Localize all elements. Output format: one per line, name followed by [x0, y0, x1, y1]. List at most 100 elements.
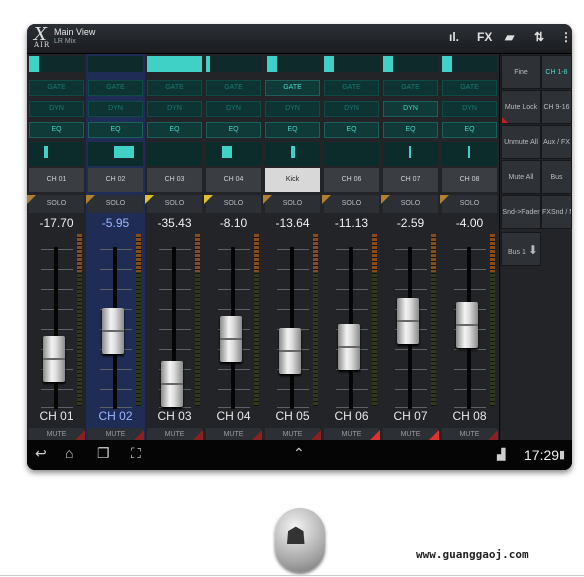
solo-button[interactable]: SOLO — [206, 195, 261, 213]
unmute-all-button[interactable]: Unmute All — [501, 125, 541, 159]
config-indicator[interactable] — [324, 56, 379, 72]
eq-button[interactable]: EQ — [206, 122, 261, 138]
fader-knob[interactable] — [397, 298, 419, 344]
meters-icon[interactable]: ıl. — [449, 30, 459, 44]
eq-button[interactable]: EQ — [442, 122, 497, 138]
gate-button[interactable]: GATE — [88, 80, 143, 96]
channel-name[interactable]: CH 08 — [442, 168, 497, 192]
channel-name[interactable]: CH 07 — [383, 168, 438, 192]
recent-apps-icon[interactable]: ❐ — [97, 445, 110, 462]
fader-value: -17.70 — [39, 216, 74, 230]
pan-control[interactable] — [265, 142, 320, 166]
dyn-button[interactable]: DYN — [88, 101, 143, 117]
config-indicator[interactable] — [383, 56, 438, 72]
mute-all-button[interactable]: Mute All — [501, 160, 541, 194]
dyn-button[interactable]: DYN — [265, 101, 320, 117]
solo-button[interactable]: SOLO — [383, 195, 438, 213]
config-indicator[interactable] — [206, 56, 261, 72]
screenshot-icon[interactable]: ⛶ — [131, 445, 141, 462]
fine-button[interactable]: Fine — [501, 55, 541, 89]
solo-button[interactable]: SOLO — [265, 195, 320, 213]
fader-knob[interactable] — [220, 316, 242, 362]
aux-fx-button[interactable]: Aux / FX — [541, 125, 572, 159]
fader-knob[interactable] — [43, 336, 65, 382]
pan-control[interactable] — [324, 142, 379, 166]
ch-9-16-button[interactable]: CH 9-16 — [541, 90, 572, 124]
solo-button[interactable]: SOLO — [147, 195, 202, 213]
fader-knob[interactable] — [102, 308, 124, 354]
config-indicator[interactable] — [442, 56, 497, 72]
eq-button[interactable]: EQ — [88, 122, 143, 138]
config-indicator[interactable] — [147, 56, 202, 72]
snd-fader-button[interactable]: Snd->Fader — [501, 195, 541, 229]
channel-name[interactable]: CH 03 — [147, 168, 202, 192]
more-icon[interactable]: ⋮ — [560, 30, 572, 44]
folder-icon[interactable]: ▰ — [505, 30, 514, 44]
solo-button[interactable]: SOLO — [442, 195, 497, 213]
solo-indicator-icon — [145, 195, 154, 204]
solo-button[interactable]: SOLO — [324, 195, 379, 213]
level-meter — [254, 234, 259, 406]
dyn-button[interactable]: DYN — [29, 101, 84, 117]
channel-name[interactable]: CH 04 — [206, 168, 261, 192]
fader-knob[interactable] — [338, 324, 360, 370]
dyn-button[interactable]: DYN — [206, 101, 261, 117]
bus-button[interactable]: Bus — [541, 160, 572, 194]
gate-button[interactable]: GATE — [206, 80, 261, 96]
channel-name[interactable]: CH 02 — [88, 168, 143, 192]
fx-button[interactable]: FX — [477, 30, 492, 44]
signal-icon: ▟ — [497, 449, 506, 461]
ch-1-8-button[interactable]: CH 1-8 — [541, 55, 572, 89]
fxsnd-button[interactable]: FXSnd / M — [541, 195, 572, 229]
mute-indicator-icon — [370, 430, 380, 440]
pan-control[interactable] — [442, 142, 497, 166]
channel-label: CH 03 — [157, 409, 192, 423]
bus-1-selector[interactable]: Bus 1 ⬇ — [501, 232, 541, 266]
solo-button[interactable]: SOLO — [29, 195, 84, 213]
gate-button[interactable]: GATE — [265, 80, 320, 96]
pan-control[interactable] — [88, 142, 143, 166]
eq-button[interactable]: EQ — [147, 122, 202, 138]
config-indicator[interactable] — [88, 56, 143, 72]
home-icon[interactable]: ⌂ — [65, 445, 73, 461]
divider — [0, 575, 584, 576]
channel-name[interactable]: CH 06 — [324, 168, 379, 192]
back-icon[interactable]: ↩ — [35, 445, 47, 462]
fader-value: -13.64 — [275, 216, 310, 230]
sync-icon[interactable]: ⇅ — [534, 30, 544, 44]
gate-button[interactable]: GATE — [324, 80, 379, 96]
level-meter — [195, 234, 200, 406]
eq-button[interactable]: EQ — [383, 122, 438, 138]
dyn-button[interactable]: DYN — [324, 101, 379, 117]
gate-button[interactable]: GATE — [147, 80, 202, 96]
pan-control[interactable] — [147, 142, 202, 166]
channel-name[interactable]: CH 01 — [29, 168, 84, 192]
dyn-button[interactable]: DYN — [442, 101, 497, 117]
android-nav-bar: ↩ ⌂ ❐ ⛶ ⌃ ▟ 17:29 ▮ — [27, 440, 572, 470]
fader-knob[interactable] — [161, 361, 183, 407]
mute-lock-button[interactable]: Mute Lock — [501, 90, 541, 124]
gate-button[interactable]: GATE — [442, 80, 497, 96]
fader-knob[interactable] — [279, 328, 301, 374]
dyn-button[interactable]: DYN — [147, 101, 202, 117]
channel-label: CH 05 — [275, 409, 310, 423]
gate-button[interactable]: GATE — [383, 80, 438, 96]
dyn-button[interactable]: DYN — [383, 101, 438, 117]
solo-button[interactable]: SOLO — [88, 195, 143, 213]
pan-control[interactable] — [29, 142, 84, 166]
pan-control[interactable] — [206, 142, 261, 166]
eq-button[interactable]: EQ — [265, 122, 320, 138]
mute-indicator-icon — [429, 430, 439, 440]
fader-knob[interactable] — [456, 302, 478, 348]
eq-button[interactable]: EQ — [29, 122, 84, 138]
config-indicator[interactable] — [29, 56, 84, 72]
gate-button[interactable]: GATE — [29, 80, 84, 96]
pan-control[interactable] — [383, 142, 438, 166]
channel-name[interactable]: Kick — [265, 168, 320, 192]
config-indicator[interactable] — [265, 56, 320, 72]
eq-button[interactable]: EQ — [324, 122, 379, 138]
channel-strip: GATE DYN EQ CH 08 SOLO -4.00 CH 08 MUTE — [440, 54, 500, 442]
chevron-up-icon[interactable]: ⌃ — [293, 445, 305, 462]
top-toolbar: X AIR Main View LR Mix ıl. FX ▰ ⇅ ⋮ — [27, 24, 572, 54]
fader-value: -11.13 — [334, 216, 369, 230]
